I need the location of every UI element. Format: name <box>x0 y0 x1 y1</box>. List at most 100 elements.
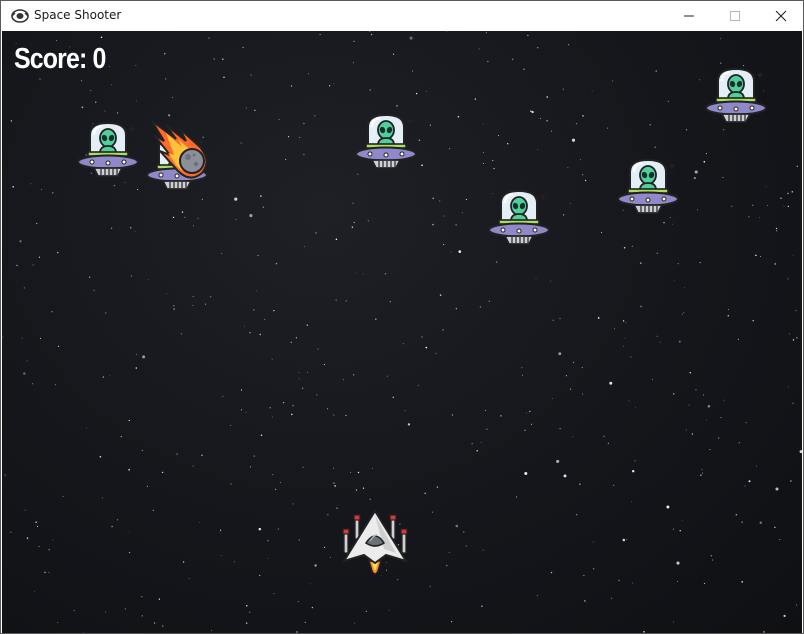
star <box>550 280 552 282</box>
maximize-button[interactable] <box>712 1 758 31</box>
minimize-button[interactable] <box>666 1 712 31</box>
star <box>569 202 571 204</box>
star <box>474 98 477 100</box>
star <box>478 48 480 50</box>
star <box>685 429 687 431</box>
star <box>493 168 495 170</box>
star <box>19 240 22 243</box>
star <box>783 205 785 207</box>
star <box>257 254 259 256</box>
star <box>796 165 798 167</box>
star <box>262 206 265 208</box>
star <box>575 513 578 516</box>
star <box>559 318 561 320</box>
star <box>192 465 194 467</box>
close-button[interactable] <box>758 1 804 31</box>
star <box>134 231 136 233</box>
star <box>188 578 190 580</box>
star <box>425 90 427 92</box>
star <box>635 406 636 408</box>
star <box>88 276 91 278</box>
star <box>267 540 269 542</box>
star <box>389 300 391 303</box>
star <box>166 292 168 294</box>
star <box>483 151 484 153</box>
star <box>640 262 642 264</box>
star <box>302 387 304 389</box>
star <box>353 374 355 376</box>
star <box>240 409 243 411</box>
star <box>16 264 18 267</box>
star <box>142 355 146 359</box>
star <box>795 310 797 312</box>
star <box>288 136 290 138</box>
star <box>723 399 725 401</box>
star <box>246 622 248 624</box>
star <box>172 96 174 99</box>
star <box>271 473 274 476</box>
star <box>105 611 107 613</box>
star <box>628 400 630 402</box>
star <box>787 192 789 195</box>
star <box>667 100 669 102</box>
star <box>128 419 130 422</box>
star <box>482 163 484 165</box>
star <box>208 37 210 39</box>
app-icon <box>11 9 29 23</box>
star <box>335 299 337 301</box>
star <box>654 146 656 148</box>
star <box>130 275 132 277</box>
star <box>682 313 684 315</box>
star <box>710 555 713 557</box>
star <box>500 415 502 417</box>
star <box>525 412 527 414</box>
star <box>686 129 688 131</box>
star <box>429 585 431 587</box>
star <box>624 337 626 339</box>
star <box>717 437 720 439</box>
star <box>402 343 404 345</box>
star <box>792 339 795 341</box>
star <box>110 84 112 86</box>
star <box>703 582 705 585</box>
star <box>404 410 406 412</box>
star <box>233 561 235 563</box>
title-bar[interactable]: Space Shooter <box>1 1 803 31</box>
star <box>432 511 434 513</box>
star <box>697 209 699 211</box>
star <box>192 225 194 227</box>
star <box>345 414 347 417</box>
star <box>614 328 615 330</box>
star <box>612 80 614 82</box>
game-canvas[interactable]: Score: 0 <box>2 31 802 633</box>
star <box>450 251 452 253</box>
star <box>316 394 318 396</box>
star <box>694 170 698 174</box>
star <box>2 336 4 338</box>
star <box>297 601 299 603</box>
star <box>446 31 448 32</box>
star <box>388 610 390 611</box>
star <box>439 294 442 296</box>
star <box>369 498 371 501</box>
star <box>254 109 256 112</box>
star <box>213 58 215 60</box>
star <box>369 31 371 32</box>
star <box>355 489 358 491</box>
star <box>111 525 113 528</box>
star <box>748 480 751 483</box>
star <box>124 182 126 183</box>
star <box>309 583 311 585</box>
star <box>558 352 562 356</box>
star <box>603 435 605 437</box>
star <box>220 529 222 531</box>
star <box>135 353 138 355</box>
star <box>672 393 675 395</box>
star <box>582 115 584 117</box>
star <box>488 300 490 302</box>
star <box>421 336 423 338</box>
star <box>567 167 569 168</box>
star <box>146 485 149 487</box>
star <box>180 333 183 335</box>
star <box>479 306 482 308</box>
